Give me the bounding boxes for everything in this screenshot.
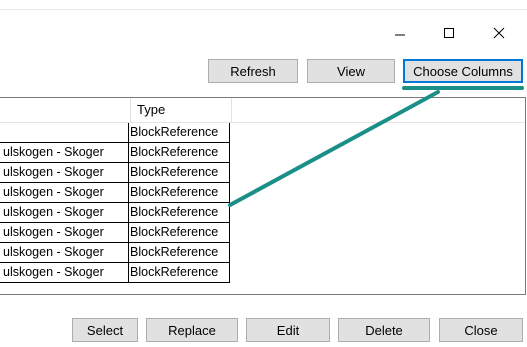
table-row[interactable]: ulskogen - Skoger BlockReference (0, 223, 230, 243)
edit-button[interactable]: Edit (246, 318, 330, 342)
cell-name: ulskogen - Skoger (3, 225, 104, 239)
cell-name: ulskogen - Skoger (3, 245, 104, 259)
column-header-name[interactable] (0, 98, 130, 122)
refresh-button[interactable]: Refresh (208, 59, 298, 83)
grid-header: Type (0, 98, 525, 123)
window-top-border (0, 9, 527, 10)
view-button[interactable]: View (307, 59, 395, 83)
maximize-icon (444, 28, 454, 38)
cell-name: ulskogen - Skoger (3, 165, 104, 179)
cell-type: BlockReference (128, 163, 229, 182)
column-header-type[interactable]: Type (137, 102, 165, 117)
close-button[interactable]: Close (439, 318, 523, 342)
choose-columns-button[interactable]: Choose Columns (403, 59, 523, 83)
cell-type: BlockReference (128, 123, 229, 142)
minimize-icon (395, 34, 405, 36)
cell-name: ulskogen - Skoger (3, 185, 104, 199)
close-window-button[interactable] (479, 18, 519, 48)
table-row[interactable]: ulskogen - Skoger BlockReference (0, 243, 230, 263)
table-row[interactable]: BlockReference (0, 123, 230, 143)
cell-type: BlockReference (128, 223, 229, 242)
cell-type: BlockReference (128, 143, 229, 162)
cell-type: BlockReference (128, 203, 229, 222)
cell-name: ulskogen - Skoger (3, 265, 104, 279)
column-separator[interactable] (130, 98, 131, 122)
cell-name: ulskogen - Skoger (3, 145, 104, 159)
table-row[interactable]: ulskogen - Skoger BlockReference (0, 183, 230, 203)
cell-type: BlockReference (128, 183, 229, 202)
results-grid[interactable]: Type BlockReference ulskogen - Skoger Bl… (0, 97, 526, 295)
column-separator[interactable] (231, 98, 232, 122)
cell-name: ulskogen - Skoger (3, 205, 104, 219)
table-row[interactable]: ulskogen - Skoger BlockReference (0, 143, 230, 163)
table-row[interactable]: ulskogen - Skoger BlockReference (0, 163, 230, 183)
cell-name (0, 123, 128, 142)
maximize-button[interactable] (429, 18, 469, 48)
replace-button[interactable]: Replace (146, 318, 238, 342)
select-button[interactable]: Select (72, 318, 138, 342)
cell-type: BlockReference (128, 263, 229, 282)
table-row[interactable]: ulskogen - Skoger BlockReference (0, 263, 230, 283)
cell-type: BlockReference (128, 243, 229, 262)
close-icon (493, 27, 505, 39)
table-row[interactable]: ulskogen - Skoger BlockReference (0, 203, 230, 223)
delete-button[interactable]: Delete (338, 318, 430, 342)
minimize-button[interactable] (380, 18, 420, 48)
